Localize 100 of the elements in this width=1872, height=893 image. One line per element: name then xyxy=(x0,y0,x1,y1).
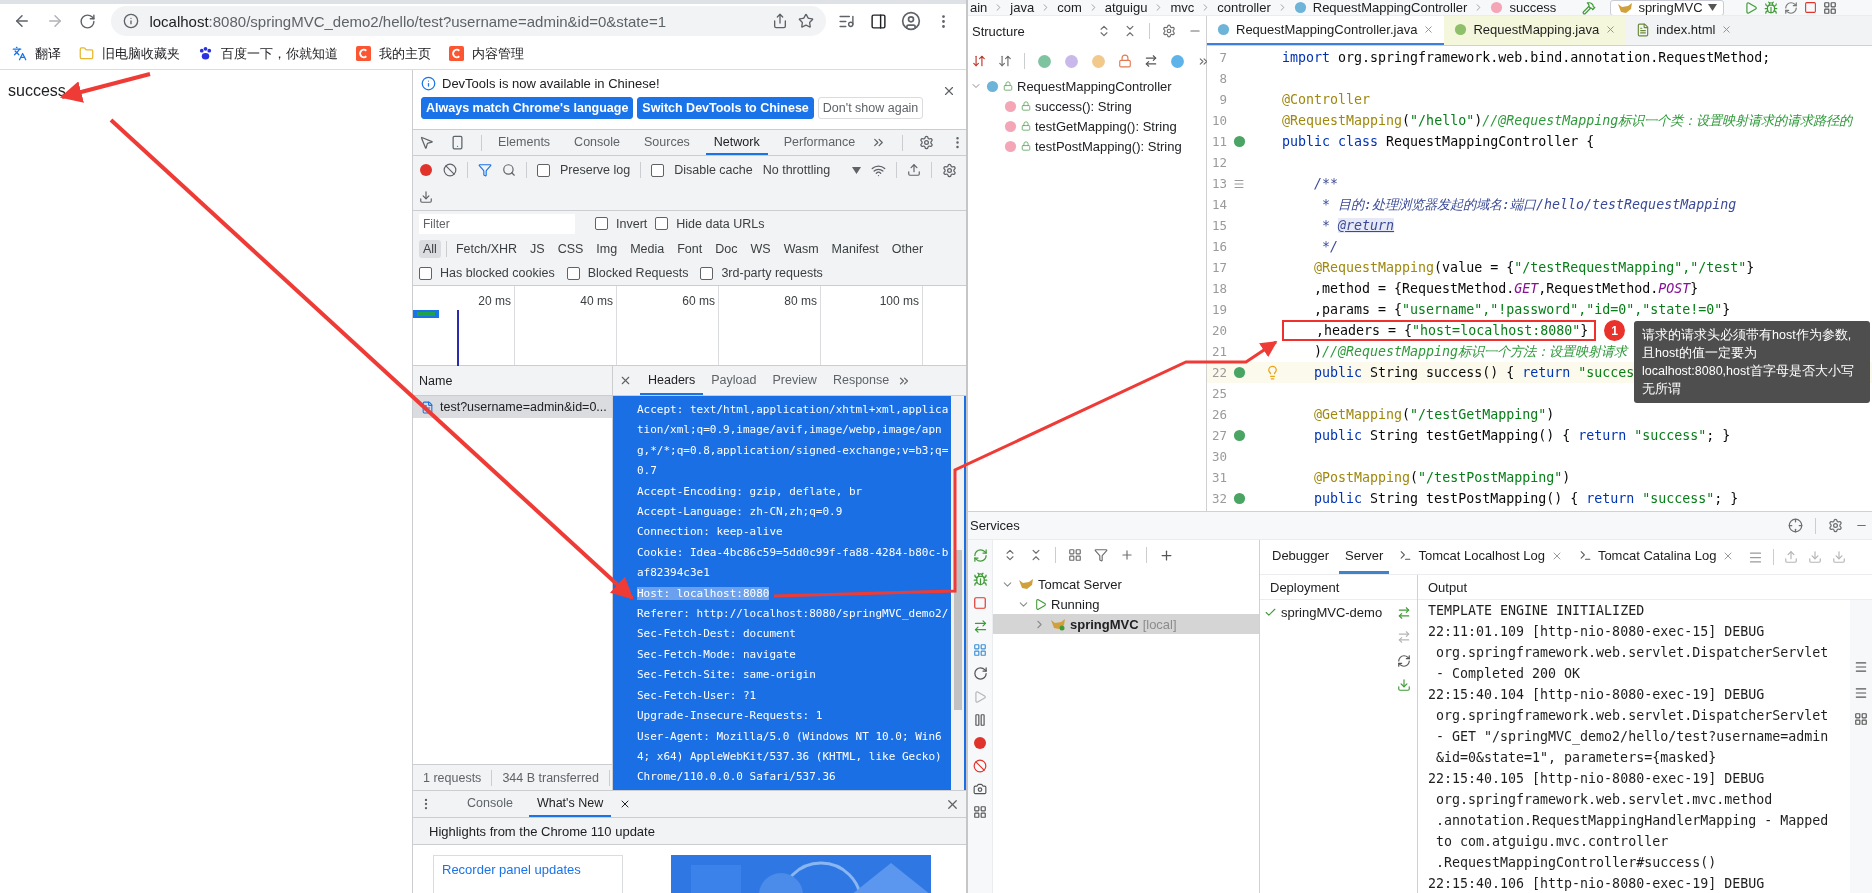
checkbox-label: Has blocked cookies xyxy=(440,266,555,280)
panel-title: Services xyxy=(970,518,1020,533)
summary-text: 344 B transferred xyxy=(502,770,599,785)
type-filter[interactable]: Fetch/XHR xyxy=(451,239,522,258)
code-line: */ xyxy=(1321,239,1339,254)
tree-item[interactable]: Tomcat Server xyxy=(993,574,1259,594)
code-line: ,headers = {"host=localhost:8080"} xyxy=(1315,323,1589,338)
detail-tab[interactable]: Preview xyxy=(764,366,825,395)
checkbox-label: Blocked Requests xyxy=(587,266,689,280)
breadcrumb[interactable]: success xyxy=(1509,0,1557,15)
services-tab[interactable]: Debugger xyxy=(1266,540,1336,574)
header-line: Accept: text/html,application/xhtml+xml,application/xml;q=0.9,image/avif,image/webp,image/apng,*/*;q=0.8,application/signed-exchange;v=b3;q=0.7 xyxy=(637,403,949,478)
address-bar[interactable]: localhost:8080/springMVC_demo2/hello/test?username=admin&id=0&state=1 xyxy=(111,6,827,36)
timeline-tick: 20 ms xyxy=(478,294,511,308)
breadcrumb[interactable]: mvc xyxy=(1170,0,1195,15)
log-line: TEMPLATE ENGINE INITIALIZED xyxy=(1427,602,1646,620)
breadcrumb[interactable]: RequestMappingController xyxy=(1312,0,1468,15)
type-filter[interactable]: Doc xyxy=(711,239,742,258)
log-line: 22:15:40.105 [http-nio-8080-exec-19] DEBUG xyxy=(1427,770,1766,788)
type-filter[interactable]: Manifest xyxy=(827,239,883,258)
checkbox-label: Hide data URLs xyxy=(676,216,765,231)
run-config-select[interactable]: springMVC xyxy=(1610,0,1724,15)
devtools-tab[interactable]: Network xyxy=(705,130,768,155)
tree-item[interactable]: Running xyxy=(993,594,1259,614)
breadcrumb[interactable]: atguigu xyxy=(1104,0,1148,15)
devtools-tab[interactable]: Performance xyxy=(775,130,864,155)
type-filter[interactable]: All xyxy=(419,239,441,258)
header-line: User-Agent: Mozilla/5.0 (Windows NT 10.0; Win64; x64) AppleWebKit/537.36 (KHTML, like Gecko) Chrome/110.0.0.0 Safari/537.36 xyxy=(637,729,942,784)
column-header: Deployment xyxy=(1270,579,1340,595)
log-line: 22:15:40.106 [http-nio-8080-exec-19] DEBUG xyxy=(1427,875,1766,893)
header-line: Cookie: Idea-4bc86c59=5dd0c99f-fa88-4284-b80c-baf82394c3e1 xyxy=(637,545,949,580)
deployment-item[interactable]: springMVC-demo xyxy=(1281,604,1383,620)
code-line: public class RequestMappingController { xyxy=(1282,134,1595,149)
filter-field[interactable]: Filter xyxy=(419,213,575,234)
type-filter[interactable]: Img xyxy=(592,239,622,258)
page-text: success xyxy=(8,82,66,99)
devtools-tab[interactable]: Elements xyxy=(490,130,559,155)
request-row[interactable]: test?username=admin&id=0... xyxy=(413,396,612,418)
devtools-tab[interactable]: Console xyxy=(566,130,628,155)
infobar-button[interactable]: Don't show again xyxy=(817,97,924,119)
infobar-button[interactable]: Always match Chrome's language xyxy=(421,97,634,119)
services-tab[interactable]: Server xyxy=(1339,540,1390,574)
tree-item[interactable]: success(): String xyxy=(1035,98,1132,114)
log-line: org.springframework.web.servlet.mvc.method xyxy=(1435,791,1774,809)
code-line: @RequestMapping(value = {"/testRequestMapping","/test"} xyxy=(1313,260,1755,275)
code-line: @PostMapping("/testPostMapping") xyxy=(1313,470,1571,485)
devtools-tab[interactable]: Sources xyxy=(636,130,698,155)
tree-item[interactable]: RequestMappingController xyxy=(1017,78,1172,94)
header-line: Referer: http://localhost:8080/springMVC_demo2/ xyxy=(637,607,949,621)
drawer-tab[interactable]: Console xyxy=(459,791,521,817)
header-line: Accept-Language: zh-CN,zh;q=0.9 xyxy=(637,505,843,519)
log-line: 22:15:40.104 [http-nio-8080-exec-19] DEBUG xyxy=(1427,686,1766,704)
type-filter[interactable]: Media xyxy=(626,239,669,258)
editor-tab[interactable]: RequestMappingController.java xyxy=(1207,16,1445,45)
code-line: ,params = {"username","!password","id=0","state!=0"} xyxy=(1313,302,1731,317)
timeline-tick: 100 ms xyxy=(879,294,919,308)
code-line: public String testPostMapping() { return "success"; } xyxy=(1313,491,1739,506)
log-line: org.springframework.web.servlet.DispatcherServlet xyxy=(1435,707,1830,725)
type-filter[interactable]: Wasm xyxy=(779,239,823,258)
header-line: Accept-Encoding: gzip, deflate, br xyxy=(637,484,863,498)
infobar-button[interactable]: Switch DevTools to Chinese xyxy=(637,97,814,119)
breadcrumb[interactable]: ain xyxy=(970,0,988,15)
annotation-note: 请求的请求头必须带有host作为参数,且host的值一定要为localhost:8080,host首字母是否大小写无所谓 xyxy=(1634,321,1870,403)
log-line: to com.atguigu.mvc.controller xyxy=(1435,833,1670,851)
detail-tab[interactable]: Payload xyxy=(703,366,765,395)
checkbox-label: Invert xyxy=(616,216,648,231)
number-badge: 1 xyxy=(1604,320,1625,341)
tree-item[interactable]: testPostMapping(): String xyxy=(1035,138,1182,154)
editor-tab[interactable]: RequestMapping.java xyxy=(1444,16,1627,45)
summary-text: 1 requests xyxy=(423,770,482,785)
type-filter[interactable]: JS xyxy=(526,239,549,258)
bookmark[interactable]: 翻译 xyxy=(12,44,61,63)
type-filter[interactable]: WS xyxy=(746,239,775,258)
bookmark[interactable]: 旧电脑收藏夹 xyxy=(79,44,180,63)
column-header: Output xyxy=(1428,579,1468,595)
code-line: @RequestMapping("/hello")//@RequestMapping标识一个类：设置映射请求的请求路径的 xyxy=(1282,111,1853,130)
type-filter[interactable]: Font xyxy=(673,239,707,258)
tree-item[interactable]: springMVC [local] xyxy=(993,614,1259,634)
throttling-select[interactable]: No throttling xyxy=(762,163,862,177)
checkbox-label: Preserve log xyxy=(560,163,631,177)
bookmark[interactable]: 我的主页 xyxy=(356,44,431,63)
drawer-tab[interactable]: What's New xyxy=(528,791,612,817)
services-tab[interactable]: Tomcat Catalina Log xyxy=(1572,540,1741,574)
type-filter[interactable]: Other xyxy=(887,239,928,258)
info-message: DevTools is now available in Chinese! xyxy=(442,76,660,91)
tree-item[interactable]: testGetMapping(): String xyxy=(1035,118,1177,134)
code-line: public String testGetMapping() { return "success"; } xyxy=(1313,428,1731,443)
header-line: Connection: keep-alive xyxy=(637,525,783,539)
bookmark[interactable]: 百度一下，你就知道 xyxy=(198,44,338,63)
bookmark[interactable]: 内容管理 xyxy=(449,44,524,63)
services-tab[interactable]: Tomcat Localhost Log xyxy=(1393,540,1569,574)
breadcrumb[interactable]: com xyxy=(1057,0,1082,15)
breadcrumb[interactable]: controller xyxy=(1217,0,1271,15)
breadcrumb[interactable]: java xyxy=(1010,0,1035,15)
log-line: org.springframework.web.servlet.DispatcherServlet xyxy=(1435,644,1830,662)
detail-tab[interactable]: Response xyxy=(824,366,898,395)
code-line: * @return xyxy=(1321,218,1395,233)
header-line: Sec-Fetch-User: ?1 xyxy=(637,688,757,702)
type-filter[interactable]: CSS xyxy=(553,239,588,258)
code-line: ,method = {RequestMethod.GET,RequestMethod.POST} xyxy=(1313,281,1699,296)
